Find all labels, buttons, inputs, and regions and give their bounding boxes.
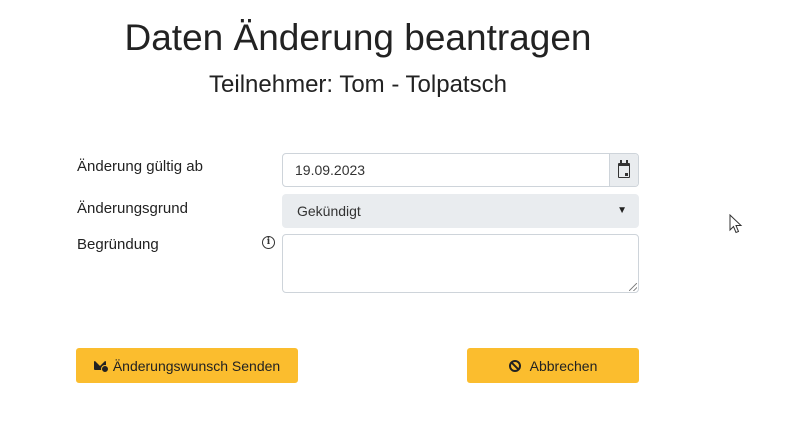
reason-select[interactable]: Gekündigt ▼ bbox=[282, 194, 639, 228]
reason-selected-value: Gekündigt bbox=[297, 203, 361, 219]
valid-from-date-field[interactable]: 19.09.2023 bbox=[282, 153, 639, 187]
cancel-button-label: Abbrechen bbox=[529, 357, 598, 374]
calendar-icon bbox=[618, 160, 630, 178]
info-icon[interactable]: i bbox=[262, 236, 275, 249]
reason-label: Änderungsgrund bbox=[77, 200, 188, 217]
mouse-pointer-icon bbox=[729, 214, 743, 234]
textarea-resize-handle[interactable] bbox=[629, 283, 637, 291]
send-change-request-button[interactable]: Änderungswunsch Senden bbox=[76, 348, 298, 383]
envelope-icon bbox=[93, 361, 109, 373]
justification-label: Begründung bbox=[77, 236, 159, 253]
chevron-down-icon: ▼ bbox=[617, 205, 627, 216]
valid-from-value[interactable]: 19.09.2023 bbox=[295, 154, 365, 186]
calendar-button[interactable] bbox=[609, 154, 638, 186]
page-subtitle: Teilnehmer: Tom - Tolpatsch bbox=[209, 71, 507, 98]
cancel-button[interactable]: Abbrechen bbox=[467, 348, 639, 383]
justification-textarea[interactable] bbox=[282, 234, 639, 293]
ban-icon bbox=[508, 359, 521, 372]
valid-from-label: Änderung gültig ab bbox=[77, 158, 203, 175]
page-title: Daten Änderung beantragen bbox=[124, 17, 592, 58]
send-button-label: Änderungswunsch Senden bbox=[112, 357, 281, 374]
